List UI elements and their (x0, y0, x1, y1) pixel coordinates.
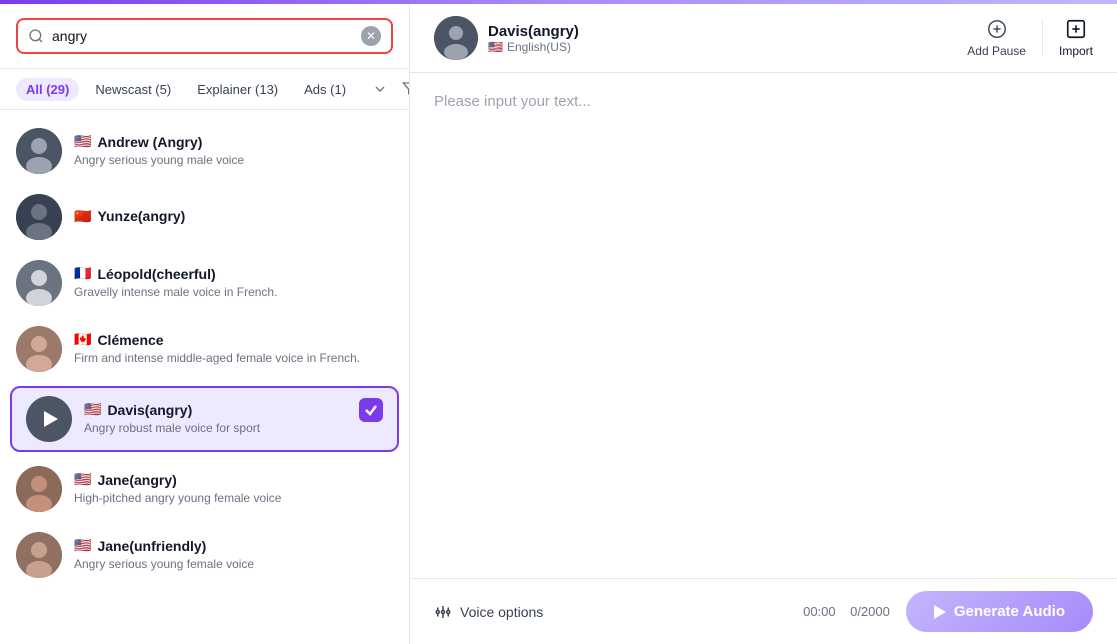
voice-name-jane-unfriendly: Jane(unfriendly) (97, 538, 206, 554)
voice-info-jane-angry: 🇺🇸 Jane(angry) High-pitched angry young … (74, 471, 393, 507)
search-bar: ✕ (0, 4, 409, 69)
play-icon-davis (44, 411, 58, 427)
avatar-leopold (16, 260, 62, 306)
flag-davis: 🇺🇸 (84, 401, 101, 418)
add-pause-button[interactable]: Add Pause (967, 18, 1026, 58)
voice-name-andrew: Andrew (Angry) (97, 134, 202, 150)
voice-info-davis: 🇺🇸 Davis(angry) Angry robust male voice … (84, 401, 383, 437)
top-divider (1042, 20, 1043, 56)
voice-desc-leopold: Gravelly intense male voice in French. (74, 284, 393, 301)
search-input[interactable] (52, 28, 353, 44)
add-pause-label: Add Pause (967, 44, 1026, 58)
tab-newscast[interactable]: Newscast (5) (85, 78, 181, 101)
tab-explainer[interactable]: Explainer (13) (187, 78, 288, 101)
top-bar: Davis(angry) 🇺🇸 English(US) Add Pause (410, 4, 1117, 73)
voice-item-andrew[interactable]: 🇺🇸 Andrew (Angry) Angry serious young ma… (0, 118, 409, 184)
text-area-section[interactable]: Please input your text... (410, 73, 1117, 578)
voice-info-clemence: 🇨🇦 Clémence Firm and intense middle-aged… (74, 331, 393, 367)
avatar-yunze (16, 194, 62, 240)
voice-name-davis: Davis(angry) (107, 402, 192, 418)
top-actions: Add Pause Import (967, 18, 1093, 58)
flag-yunze: 🇨🇳 (74, 208, 91, 225)
flag-jane-unfriendly: 🇺🇸 (74, 537, 91, 554)
voice-desc-clemence: Firm and intense middle-aged female voic… (74, 350, 393, 367)
time-counter: 00:00 0/2000 (803, 604, 890, 619)
voice-info-andrew: 🇺🇸 Andrew (Angry) Angry serious young ma… (74, 133, 393, 169)
voice-item-yunze[interactable]: 🇨🇳 Yunze(angry) (0, 184, 409, 250)
filter-icon-button[interactable] (398, 77, 410, 101)
voice-info-leopold: 🇫🇷 Léopold(cheerful) Gravelly intense ma… (74, 265, 393, 301)
avatar-jane-unfriendly (16, 532, 62, 578)
flag-andrew: 🇺🇸 (74, 133, 91, 150)
selected-voice-avatar (434, 16, 478, 60)
filter-tabs: All (29) Newscast (5) Explainer (13) Ads… (0, 69, 409, 110)
import-button[interactable]: Import (1059, 18, 1093, 58)
selected-voice-name: Davis(angry) (488, 23, 579, 40)
voice-info-yunze: 🇨🇳 Yunze(angry) (74, 208, 393, 227)
voice-options-button[interactable]: Voice options (434, 603, 543, 621)
voice-name-yunze: Yunze(angry) (97, 208, 185, 224)
tab-all[interactable]: All (29) (16, 78, 79, 101)
voice-item-jane-unfriendly[interactable]: 🇺🇸 Jane(unfriendly) Angry serious young … (0, 522, 409, 588)
generate-play-icon (934, 605, 946, 619)
dropdown-icon-button[interactable] (368, 77, 392, 101)
selected-voice-info: Davis(angry) 🇺🇸 English(US) (434, 16, 951, 60)
selected-voice-language: 🇺🇸 English(US) (488, 40, 579, 54)
search-wrapper: ✕ (16, 18, 393, 54)
voice-item-leopold[interactable]: 🇫🇷 Léopold(cheerful) Gravelly intense ma… (0, 250, 409, 316)
voice-name-clemence: Clémence (97, 332, 163, 348)
flag-leopold: 🇫🇷 (74, 265, 91, 282)
voice-item-clemence[interactable]: 🇨🇦 Clémence Firm and intense middle-aged… (0, 316, 409, 382)
voice-desc-jane-unfriendly: Angry serious young female voice (74, 556, 393, 573)
voice-options-label: Voice options (460, 604, 543, 620)
avatar-jane-angry (16, 466, 62, 512)
voice-item-davis[interactable]: 🇺🇸 Davis(angry) Angry robust male voice … (10, 386, 399, 452)
voice-info-jane-unfriendly: 🇺🇸 Jane(unfriendly) Angry serious young … (74, 537, 393, 573)
avatar-clemence (16, 326, 62, 372)
search-icon (28, 28, 44, 44)
bottom-right: 00:00 0/2000 Generate Audio (803, 591, 1093, 632)
selected-voice-flag: 🇺🇸 (488, 40, 503, 54)
flag-jane-angry: 🇺🇸 (74, 471, 91, 488)
avatar-play-davis[interactable] (26, 396, 72, 442)
generate-audio-button[interactable]: Generate Audio (906, 591, 1093, 632)
flag-clemence: 🇨🇦 (74, 331, 91, 348)
clear-search-button[interactable]: ✕ (361, 26, 381, 46)
avatar-andrew (16, 128, 62, 174)
selected-check-badge (359, 398, 383, 422)
voice-desc-davis: Angry robust male voice for sport (84, 420, 383, 437)
voice-desc-andrew: Angry serious young male voice (74, 152, 393, 169)
selected-voice-details: Davis(angry) 🇺🇸 English(US) (488, 23, 579, 54)
generate-audio-label: Generate Audio (954, 603, 1065, 620)
text-placeholder: Please input your text... (434, 93, 1093, 110)
bottom-bar: Voice options 00:00 0/2000 Generate Audi… (410, 578, 1117, 644)
voice-name-jane-angry: Jane(angry) (97, 472, 176, 488)
import-label: Import (1059, 44, 1093, 58)
voice-list: 🇺🇸 Andrew (Angry) Angry serious young ma… (0, 110, 409, 644)
voice-item-jane-angry[interactable]: 🇺🇸 Jane(angry) High-pitched angry young … (0, 456, 409, 522)
voice-desc-jane-angry: High-pitched angry young female voice (74, 490, 393, 507)
voice-name-leopold: Léopold(cheerful) (97, 266, 215, 282)
tab-ads[interactable]: Ads (1) (294, 78, 356, 101)
